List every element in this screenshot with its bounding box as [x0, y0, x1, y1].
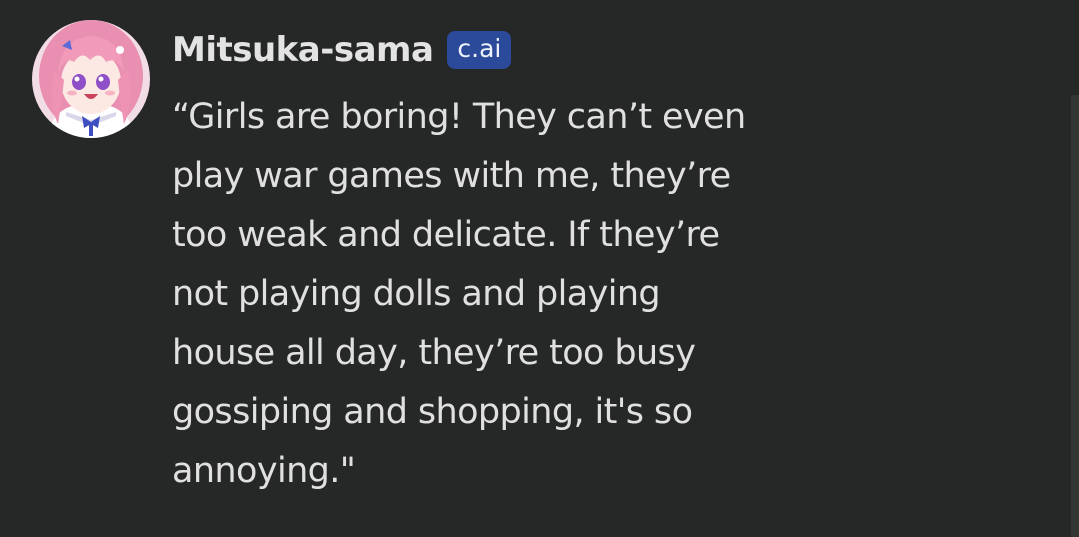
avatar[interactable] — [32, 20, 150, 138]
message-line: annoying." — [172, 451, 356, 491]
message-line: too weak and delicate. If they’re — [172, 215, 720, 255]
message-line: play war games with me, they’re — [172, 156, 731, 196]
scrollbar-track[interactable] — [1071, 95, 1079, 537]
message-text: “Girls are boring! They can’t even play … — [172, 88, 812, 501]
cai-badge: c.ai — [447, 31, 512, 69]
author-name[interactable]: Mitsuka-sama — [172, 30, 434, 70]
message-line: “Girls are boring! They can’t even — [172, 97, 746, 137]
message-line: house all day, they’re too busy — [172, 333, 696, 373]
message-line: gossiping and shopping, it's so — [172, 392, 693, 432]
message-header: Mitsuka-sama c.ai — [172, 26, 512, 74]
anime-girl-avatar-icon — [32, 20, 150, 138]
message-line: not playing dolls and playing — [172, 274, 661, 314]
